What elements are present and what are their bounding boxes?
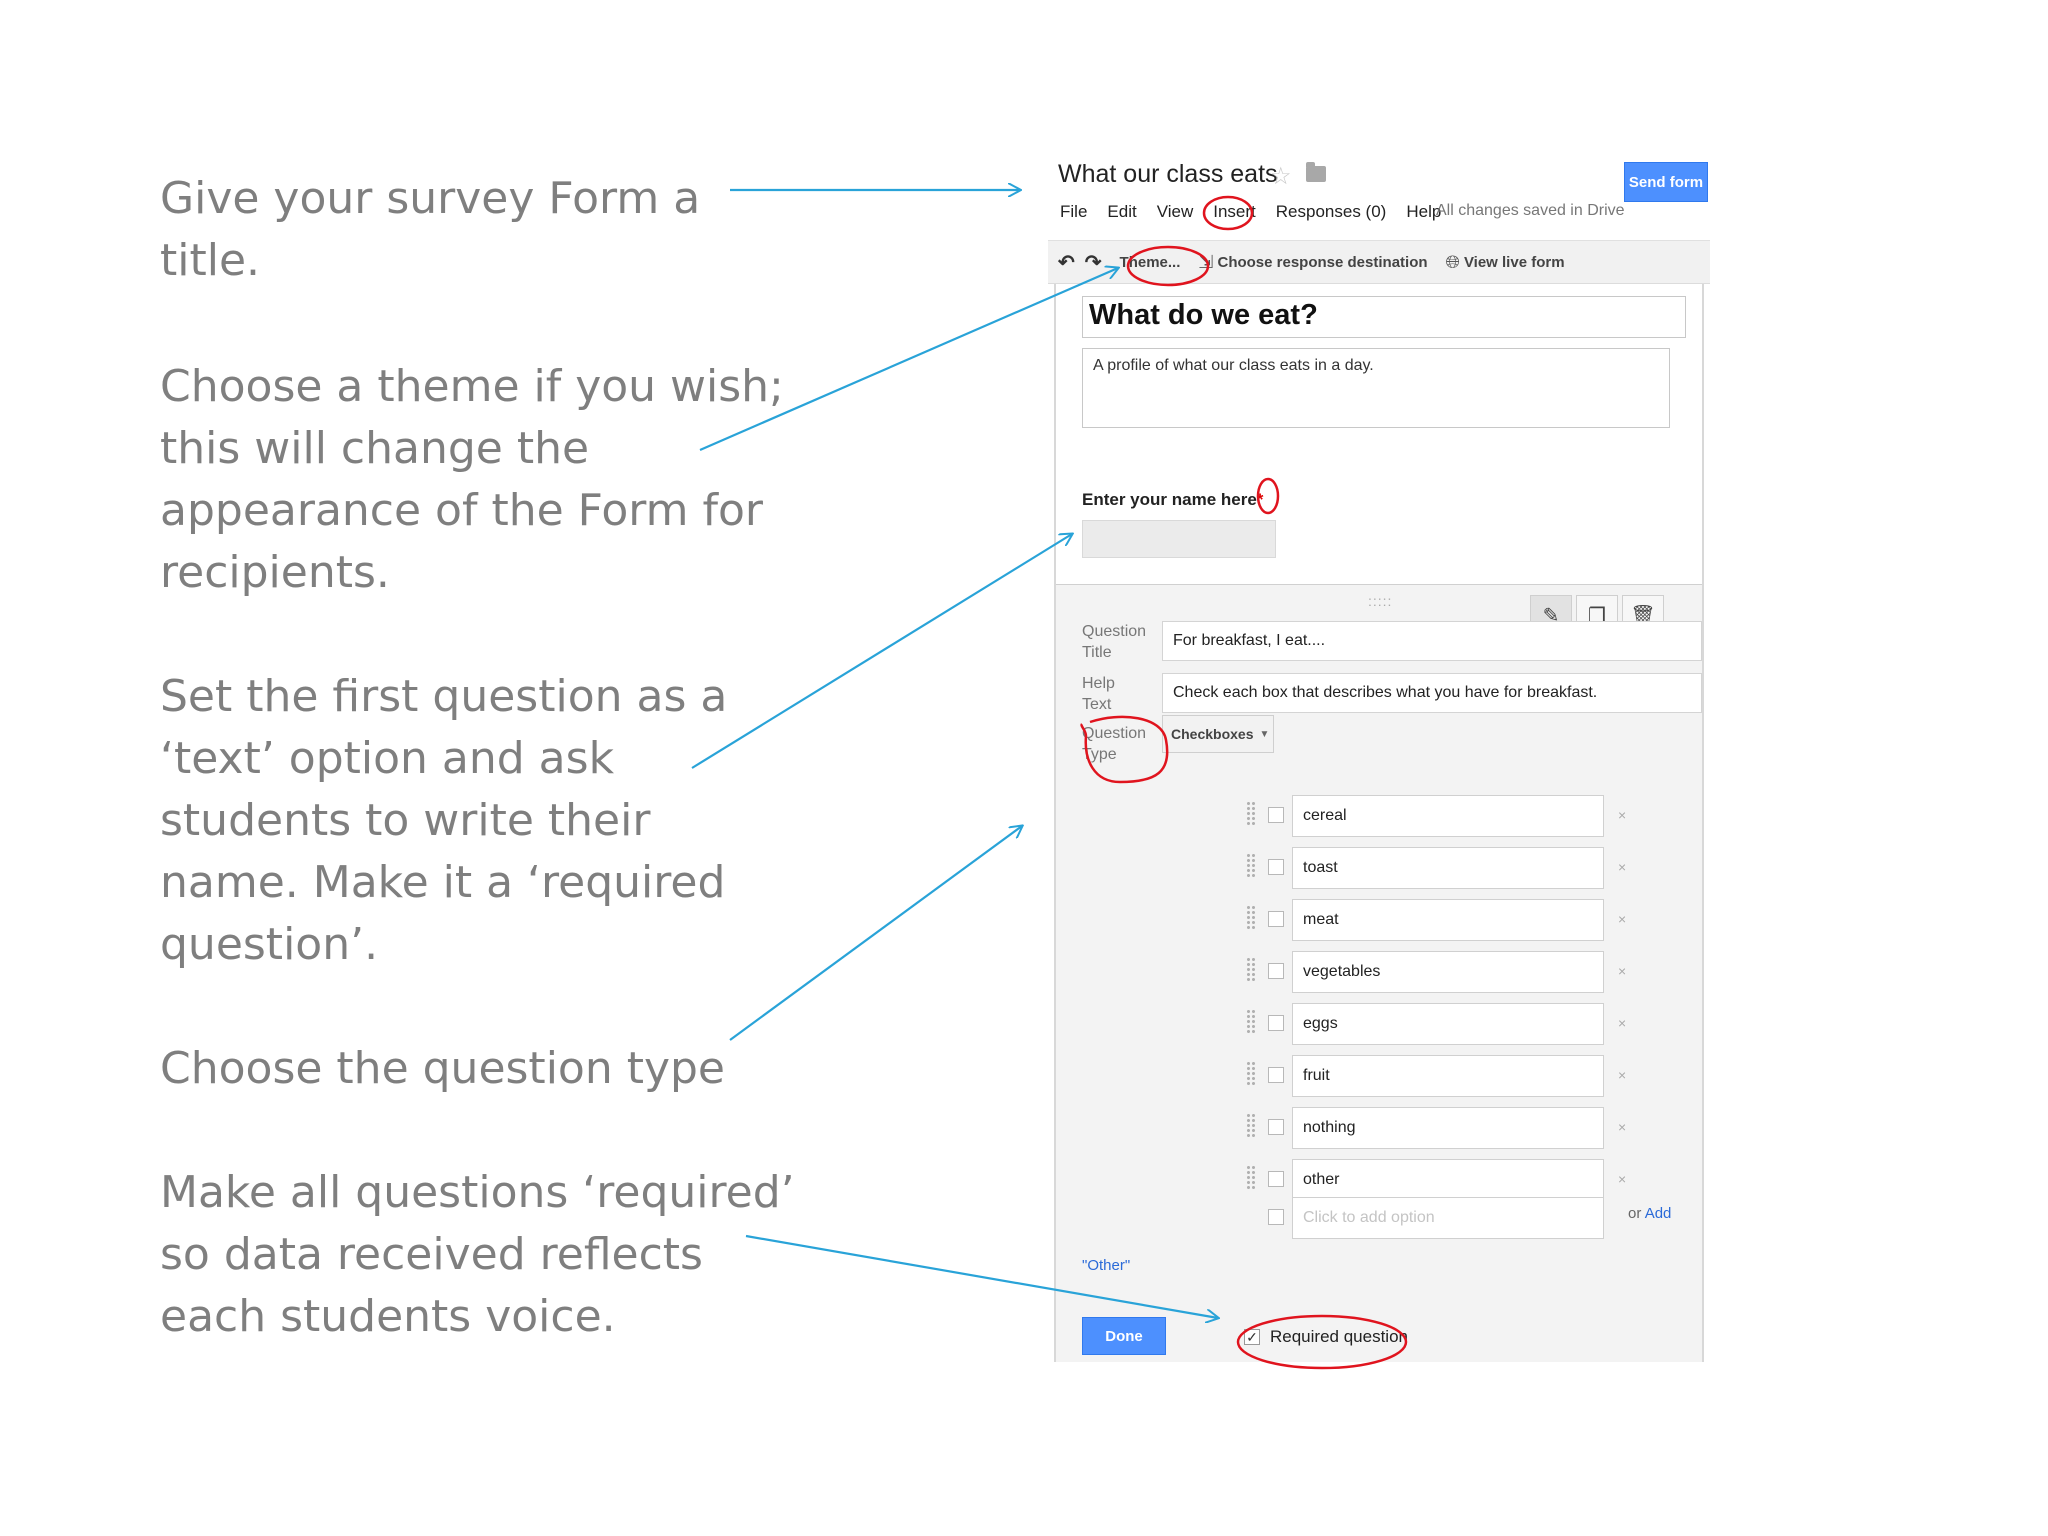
option-row: vegetables × [1246,951,1666,993]
help-text-input[interactable]: Check each box that describes what you h… [1162,673,1702,713]
drag-grip-icon[interactable] [1246,1165,1256,1191]
option-checkbox [1268,1067,1284,1083]
drag-handle[interactable]: ::::: [1368,593,1392,609]
remove-option-icon[interactable]: × [1618,911,1626,927]
option-input[interactable]: nothing [1292,1107,1604,1149]
send-form-button[interactable]: Send form [1624,162,1708,202]
option-row: cereal × [1246,795,1666,837]
option-row: eggs × [1246,1003,1666,1045]
remove-option-icon[interactable]: × [1618,1015,1626,1031]
question-1-text: Enter your name here [1082,490,1257,509]
option-input[interactable]: fruit [1292,1055,1604,1097]
instruction-first-question: Set the first question as a ‘text’ optio… [160,671,728,970]
option-checkbox [1268,1119,1284,1135]
undo-icon[interactable]: ↶ [1058,250,1075,275]
menu-insert[interactable]: Insert [1213,202,1256,228]
remove-option-icon[interactable]: × [1618,1067,1626,1083]
chevron-down-icon: ▼ [1259,728,1270,740]
menu-responses[interactable]: Responses (0) [1276,202,1387,228]
remove-option-icon[interactable]: × [1618,1119,1626,1135]
option-checkbox [1268,807,1284,823]
instruction-title: Give your survey Form a title. [160,173,701,286]
form-canvas: What do we eat? A profile of what our cl… [1054,284,1704,1362]
option-row: toast × [1246,847,1666,889]
option-checkbox [1268,911,1284,927]
add-option-input[interactable]: Click to add option [1292,1197,1604,1239]
question-title-input[interactable]: For breakfast, I eat.... [1162,621,1702,661]
option-checkbox [1268,1171,1284,1187]
redo-icon[interactable]: ↷ [1085,250,1102,275]
option-row: nothing × [1246,1107,1666,1149]
drag-grip-icon[interactable] [1246,1009,1256,1035]
option-checkbox [1268,859,1284,875]
instruction-question-type: Choose the question type [160,1043,725,1094]
instruction-required: Make all questions ‘required’ so data re… [160,1167,795,1342]
menu-edit[interactable]: Edit [1107,202,1136,228]
option-row: other × [1246,1159,1666,1201]
add-other-link[interactable]: Add [1645,1205,1672,1222]
instruction-theme: Choose a theme if you wish; this will ch… [160,361,784,598]
menu-bar: File Edit View Insert Responses (0) Help [1060,202,1461,228]
view-live-form-button[interactable]: 🌐︎ View live form [1446,252,1565,273]
save-status: All changes saved in Drive [1436,202,1625,219]
required-asterisk: * [1256,490,1264,509]
drag-grip-icon[interactable] [1246,801,1256,827]
globe-icon: 🌐︎ [1445,251,1460,272]
option-checkbox [1268,963,1284,979]
required-checkbox[interactable]: ✓ [1244,1329,1260,1345]
question-type-label: Question Type [1082,725,1147,763]
option-input[interactable]: vegetables [1292,951,1604,993]
forms-editor-screenshot: What our class eats ☆ Send form File Edi… [1048,152,1722,1362]
required-question-label: Required question [1270,1327,1408,1346]
menu-file[interactable]: File [1060,202,1087,228]
other-option-link[interactable]: "Other" [1082,1257,1130,1274]
theme-button-label: Theme... [1119,253,1181,271]
option-input[interactable]: toast [1292,847,1604,889]
drag-grip-icon[interactable] [1246,957,1256,983]
add-option-row: Click to add option [1246,1197,1666,1239]
option-row: fruit × [1246,1055,1666,1097]
question-editor: ::::: ✎ ❐ 🗑︎ Question Title For breakfas… [1056,584,1702,1362]
option-input[interactable]: cereal [1292,795,1604,837]
question-1-label: Enter your name here* [1082,490,1263,510]
add-option-checkbox [1268,1209,1284,1225]
drag-grip-icon[interactable] [1246,853,1256,879]
export-icon: ⇲ [1198,251,1214,272]
drag-grip-icon[interactable] [1246,1061,1256,1087]
question-type-value: Checkboxes [1171,726,1254,742]
toolbar: ↶ ↷ Theme... ⇲ Choose response destinati… [1048,240,1710,284]
or-add-other: or Add [1628,1205,1671,1222]
form-description-input[interactable]: A profile of what our class eats in a da… [1082,348,1670,428]
question-title-label: Question Title [1082,623,1147,661]
remove-option-icon[interactable]: × [1618,963,1626,979]
form-title-input[interactable]: What do we eat? [1082,296,1686,338]
folder-icon[interactable] [1306,162,1326,182]
menu-view[interactable]: View [1157,202,1194,228]
question-1-text-input[interactable] [1082,520,1276,558]
remove-option-icon[interactable]: × [1618,807,1626,823]
drag-grip-icon[interactable] [1246,1113,1256,1139]
drag-grip-icon[interactable] [1246,905,1256,931]
theme-button[interactable]: Theme... [1120,254,1181,271]
view-live-form-label: View live form [1463,253,1565,271]
option-input[interactable]: eggs [1292,1003,1604,1045]
remove-option-icon[interactable]: × [1618,1171,1626,1187]
option-checkbox [1268,1015,1284,1031]
or-text: or [1628,1205,1642,1222]
option-row: meat × [1246,899,1666,941]
done-button[interactable]: Done [1082,1317,1166,1355]
star-icon[interactable]: ☆ [1270,162,1292,191]
remove-option-icon[interactable]: × [1618,859,1626,875]
option-input[interactable]: other [1292,1159,1604,1201]
question-type-select[interactable]: Checkboxes ▼ [1162,715,1274,753]
help-text-label: Help Text [1082,675,1115,713]
option-input[interactable]: meat [1292,899,1604,941]
choose-response-destination-button[interactable]: ⇲ Choose response destination [1198,252,1427,273]
response-destination-label: Choose response destination [1217,253,1428,271]
document-title[interactable]: What our class eats [1058,160,1278,189]
